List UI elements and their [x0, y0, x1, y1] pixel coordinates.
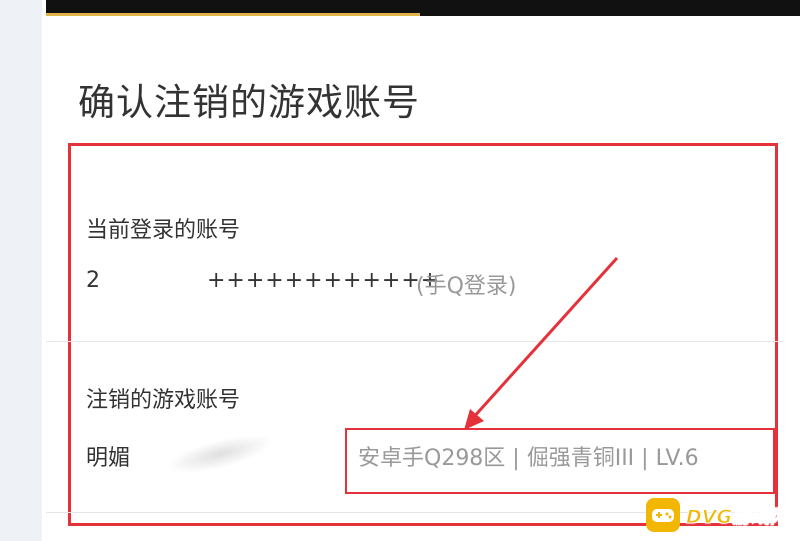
watermark: DVG游戏网	[646, 493, 798, 537]
gamepad-icon	[646, 498, 680, 532]
watermark-text: DVG游戏网	[685, 505, 790, 528]
annotation-arrow-icon	[464, 256, 619, 430]
